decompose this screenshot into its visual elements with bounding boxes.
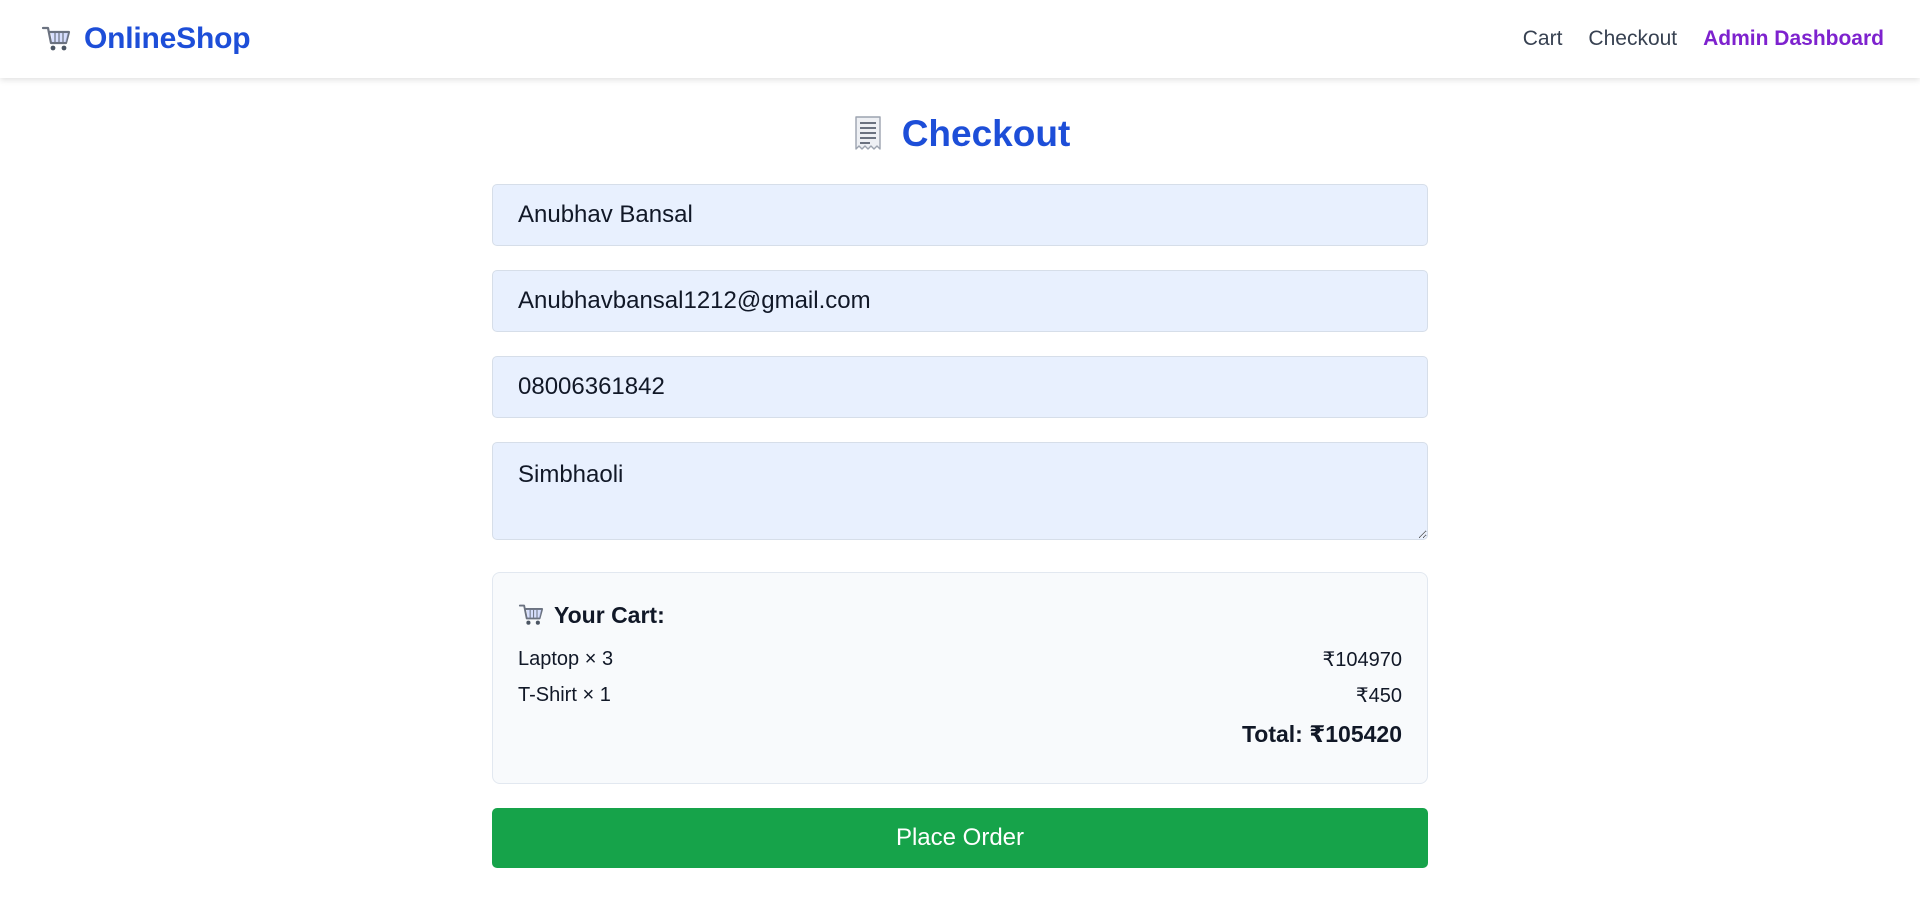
- checkout-section: Checkout Simbhaoli Your Cart: Lapto: [492, 78, 1428, 868]
- cart-total: Total: ₹105420: [1241, 721, 1402, 747]
- nav-link-checkout[interactable]: Checkout: [1588, 27, 1677, 51]
- place-order-button[interactable]: Place Order: [492, 808, 1428, 868]
- receipt-icon: [850, 114, 886, 154]
- cart-item-label: T-Shirt × 1: [518, 683, 611, 706]
- cart-item: T-Shirt × 1 ₹450: [518, 677, 1402, 713]
- email-field[interactable]: [492, 270, 1428, 332]
- nav-links: Cart Checkout Admin Dashboard: [1523, 27, 1884, 51]
- cart-item: Laptop × 3 ₹104970: [518, 641, 1402, 677]
- brand-name: OnlineShop: [84, 22, 251, 55]
- cart-icon: [518, 602, 544, 628]
- navbar: OnlineShop Cart Checkout Admin Dashboard: [0, 0, 1920, 78]
- page-title: Checkout: [901, 113, 1071, 154]
- cart-summary: Your Cart: Laptop × 3 ₹104970 T-Shirt × …: [492, 572, 1428, 784]
- cart-heading: Your Cart:: [518, 597, 1402, 633]
- cart-item-label: Laptop × 3: [518, 647, 614, 670]
- nav-link-admin-dashboard[interactable]: Admin Dashboard: [1703, 27, 1884, 51]
- address-field[interactable]: Simbhaoli: [492, 442, 1428, 540]
- cart-heading-text: Your Cart:: [554, 601, 665, 628]
- cart-icon: [40, 23, 72, 55]
- nav-link-cart[interactable]: Cart: [1523, 27, 1563, 51]
- phone-field[interactable]: [492, 356, 1428, 418]
- page-title-row: Checkout: [492, 78, 1428, 184]
- cart-item-price: ₹104970: [1322, 648, 1402, 671]
- cart-item-price: ₹450: [1355, 684, 1402, 707]
- brand-link[interactable]: OnlineShop: [40, 22, 251, 56]
- name-field[interactable]: [492, 184, 1428, 246]
